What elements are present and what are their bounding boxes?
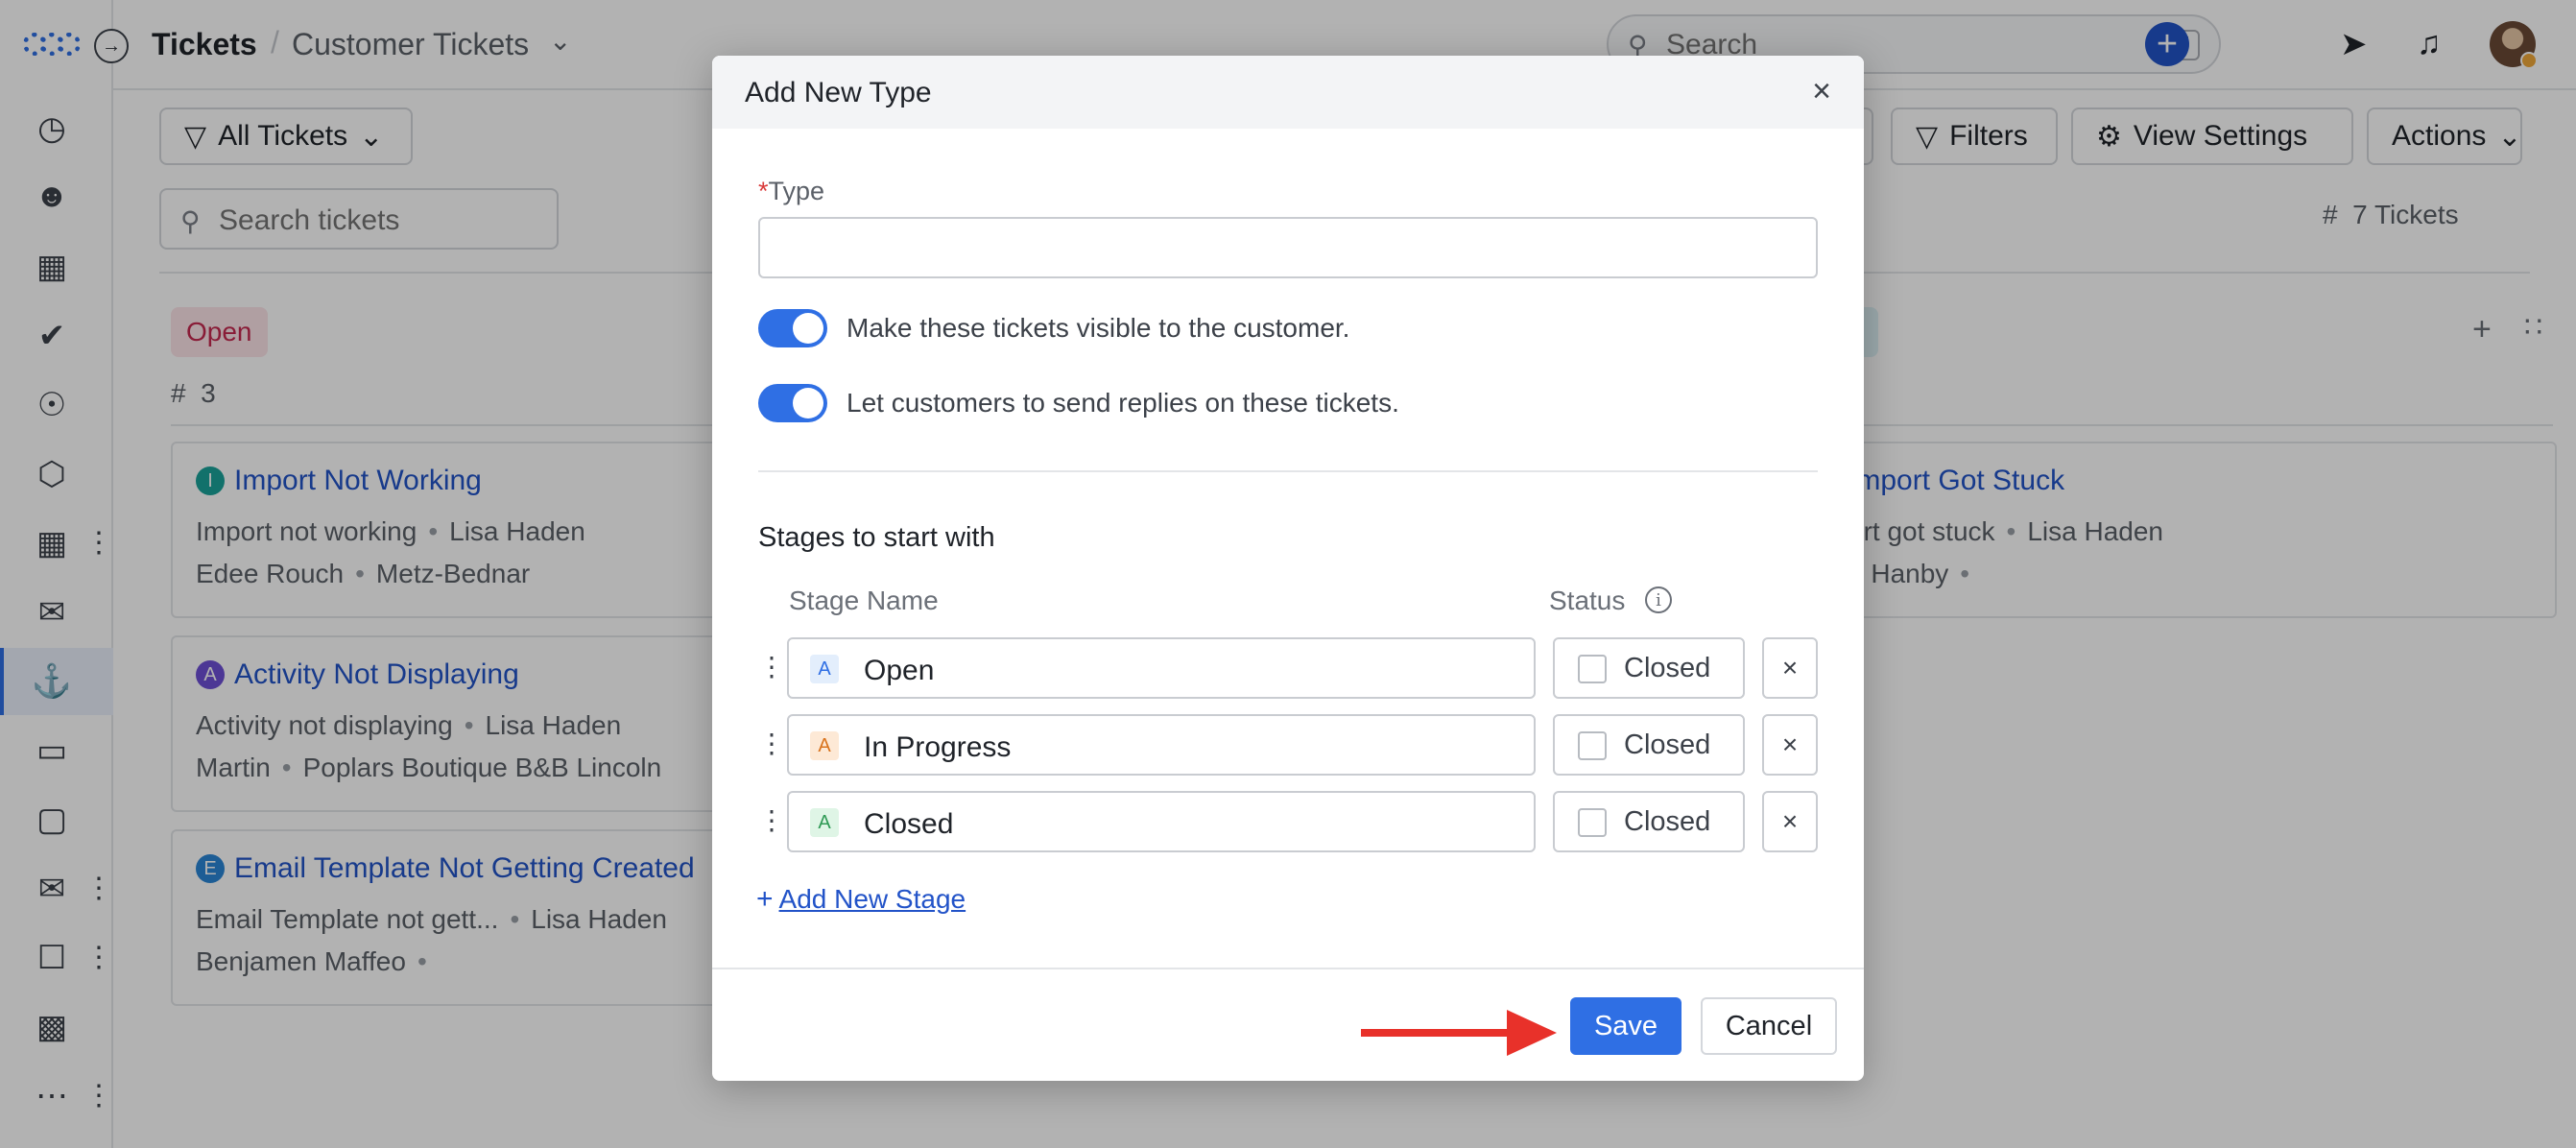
stage-closed-checkbox[interactable]: Closed: [1553, 637, 1745, 699]
stages-heading: Stages to start with: [758, 522, 995, 553]
footer-divider: [712, 968, 1864, 969]
stage-name: In Progress: [864, 731, 1012, 763]
modal-header: Add New Type ×: [712, 56, 1864, 129]
stage-badge[interactable]: A: [810, 731, 839, 760]
checkbox[interactable]: [1578, 731, 1607, 760]
toggle-knob: [793, 388, 823, 419]
customer-replies-toggle[interactable]: [758, 384, 827, 422]
close-icon: ×: [1781, 729, 1799, 759]
plus-icon: +: [756, 883, 774, 915]
closed-label: Closed: [1624, 729, 1711, 760]
closed-label: Closed: [1624, 653, 1711, 683]
type-input[interactable]: [758, 217, 1818, 278]
status-header: Status: [1549, 586, 1626, 615]
visible-to-customer-label: Make these tickets visible to the custom…: [847, 313, 1350, 343]
remove-stage-button[interactable]: ×: [1762, 714, 1818, 776]
closed-label: Closed: [1624, 806, 1711, 837]
close-icon: ×: [1781, 653, 1799, 682]
visible-to-customer-toggle[interactable]: [758, 309, 827, 347]
stage-name-header: Stage Name: [789, 586, 939, 615]
type-field-label: *Type: [758, 177, 824, 206]
stage-badge[interactable]: A: [810, 655, 839, 683]
stage-name-input[interactable]: A Open: [787, 637, 1536, 699]
stage-name: Open: [864, 655, 935, 686]
annotation-arrow-icon: [1361, 1010, 1559, 1058]
arrow-shaft: [1361, 1029, 1515, 1037]
add-new-stage-label: Add New Stage: [778, 884, 966, 914]
save-button[interactable]: Save: [1570, 997, 1682, 1055]
stage-badge[interactable]: A: [810, 808, 839, 837]
type-label-text: Type: [768, 177, 825, 205]
stage-name: Closed: [864, 808, 954, 840]
checkbox[interactable]: [1578, 655, 1607, 683]
stage-closed-checkbox[interactable]: Closed: [1553, 714, 1745, 776]
toggle-knob: [793, 313, 823, 344]
cancel-button[interactable]: Cancel: [1701, 997, 1837, 1055]
required-marker: *: [758, 177, 769, 205]
stage-name-input[interactable]: A Closed: [787, 791, 1536, 852]
add-new-stage-link[interactable]: + Add New Stage: [756, 883, 966, 916]
modal-divider: [758, 470, 1818, 472]
arrow-head: [1507, 1010, 1557, 1056]
modal-title: Add New Type: [745, 77, 932, 108]
checkbox[interactable]: [1578, 808, 1607, 837]
info-icon[interactable]: i: [1645, 586, 1672, 613]
stage-name-input[interactable]: A In Progress: [787, 714, 1536, 776]
close-icon[interactable]: ×: [1812, 73, 1831, 110]
close-icon: ×: [1781, 806, 1799, 836]
add-type-modal: Add New Type × *Type Make these tickets …: [712, 56, 1864, 1081]
remove-stage-button[interactable]: ×: [1762, 637, 1818, 699]
stage-closed-checkbox[interactable]: Closed: [1553, 791, 1745, 852]
remove-stage-button[interactable]: ×: [1762, 791, 1818, 852]
customer-replies-label: Let customers to send replies on these t…: [847, 388, 1399, 418]
